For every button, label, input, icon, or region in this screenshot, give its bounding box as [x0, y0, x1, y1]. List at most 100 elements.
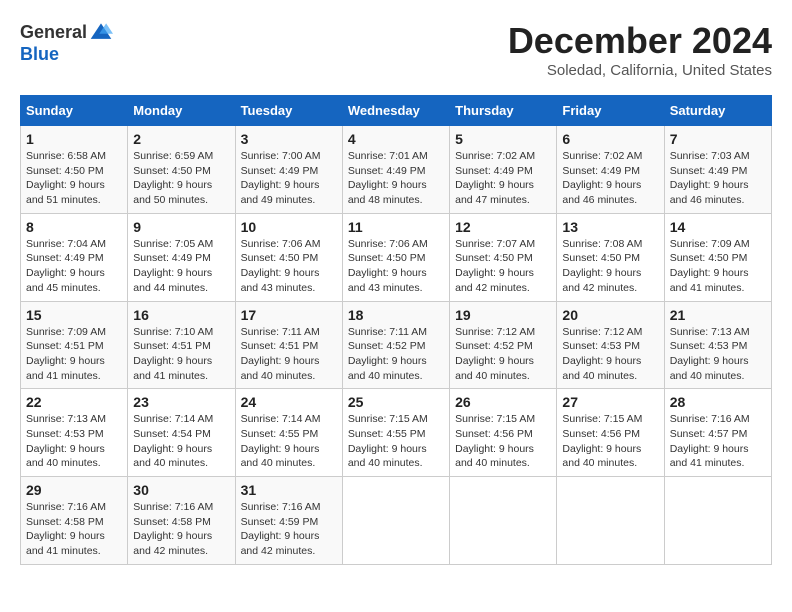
day-cell: 17 Sunrise: 7:11 AMSunset: 4:51 PMDayligh…: [235, 301, 342, 389]
logo-blue: Blue: [20, 44, 113, 65]
day-info: Sunrise: 7:08 AMSunset: 4:50 PMDaylight:…: [562, 238, 642, 294]
day-cell: 12Sunrise: 7:07 AMSunset: 4:50 PMDayligh…: [450, 213, 557, 301]
day-number: 8: [26, 219, 122, 235]
day-cell: 20 Sunrise: 7:12 AMSunset: 4:53 PMDayligh…: [557, 301, 664, 389]
logo-icon: [89, 20, 113, 44]
day-number: 25: [348, 394, 444, 410]
subtitle: Soledad, California, United States: [508, 62, 772, 79]
day-info: Sunrise: 6:58 AMSunset: 4:50 PMDaylight:…: [26, 150, 106, 206]
day-info: Sunrise: 7:13 AMSunset: 4:53 PMDaylight:…: [26, 413, 106, 469]
day-cell: 27 Sunrise: 7:15 AMSunset: 4:56 PMDayligh…: [557, 389, 664, 477]
day-cell: 14 Sunrise: 7:09 AMSunset: 4:50 PMDayligh…: [664, 213, 771, 301]
day-number: 22: [26, 394, 122, 410]
day-cell: 26 Sunrise: 7:15 AMSunset: 4:56 PMDayligh…: [450, 389, 557, 477]
day-cell: 18Sunrise: 7:11 AMSunset: 4:52 PMDayligh…: [342, 301, 449, 389]
col-header-monday: Monday: [128, 96, 235, 126]
day-number: 14: [670, 219, 766, 235]
week-row-5: 29 Sunrise: 7:16 AMSunset: 4:58 PMDayligh…: [21, 477, 772, 565]
calendar-table: SundayMondayTuesdayWednesdayThursdayFrid…: [20, 95, 772, 565]
day-info: Sunrise: 7:16 AMSunset: 4:58 PMDaylight:…: [26, 501, 106, 557]
day-number: 21: [670, 307, 766, 323]
day-cell: 19Sunrise: 7:12 AMSunset: 4:52 PMDayligh…: [450, 301, 557, 389]
day-info: Sunrise: 7:14 AMSunset: 4:54 PMDaylight:…: [133, 413, 213, 469]
day-info: Sunrise: 7:06 AMSunset: 4:50 PMDaylight:…: [241, 238, 321, 294]
day-cell: 2Sunrise: 6:59 AMSunset: 4:50 PMDaylight…: [128, 126, 235, 214]
day-number: 26: [455, 394, 551, 410]
day-info: Sunrise: 7:02 AMSunset: 4:49 PMDaylight:…: [562, 150, 642, 206]
day-number: 20: [562, 307, 658, 323]
day-number: 6: [562, 131, 658, 147]
day-cell: 1 Sunrise: 6:58 AMSunset: 4:50 PMDaylight…: [21, 126, 128, 214]
logo-general: General: [20, 22, 87, 43]
day-number: 13: [562, 219, 658, 235]
day-cell: 8 Sunrise: 7:04 AMSunset: 4:49 PMDaylight…: [21, 213, 128, 301]
week-row-2: 8 Sunrise: 7:04 AMSunset: 4:49 PMDaylight…: [21, 213, 772, 301]
day-number: 27: [562, 394, 658, 410]
day-number: 17: [241, 307, 337, 323]
day-cell: 24 Sunrise: 7:14 AMSunset: 4:55 PMDayligh…: [235, 389, 342, 477]
day-cell: 9 Sunrise: 7:05 AMSunset: 4:49 PMDaylight…: [128, 213, 235, 301]
day-cell: 30 Sunrise: 7:16 AMSunset: 4:58 PMDayligh…: [128, 477, 235, 565]
day-cell: 31Sunrise: 7:16 AMSunset: 4:59 PMDayligh…: [235, 477, 342, 565]
day-number: 5: [455, 131, 551, 147]
day-number: 4: [348, 131, 444, 147]
day-info: Sunrise: 7:05 AMSunset: 4:49 PMDaylight:…: [133, 238, 213, 294]
day-cell: 21 Sunrise: 7:13 AMSunset: 4:53 PMDayligh…: [664, 301, 771, 389]
day-number: 28: [670, 394, 766, 410]
day-number: 3: [241, 131, 337, 147]
day-number: 24: [241, 394, 337, 410]
col-header-sunday: Sunday: [21, 96, 128, 126]
day-number: 31: [241, 482, 337, 498]
day-info: Sunrise: 7:13 AMSunset: 4:53 PMDaylight:…: [670, 326, 750, 382]
col-header-thursday: Thursday: [450, 96, 557, 126]
day-cell: 15Sunrise: 7:09 AMSunset: 4:51 PMDayligh…: [21, 301, 128, 389]
day-number: 30: [133, 482, 229, 498]
day-number: 2: [133, 131, 229, 147]
day-cell: 25 Sunrise: 7:15 AMSunset: 4:55 PMDayligh…: [342, 389, 449, 477]
day-number: 11: [348, 219, 444, 235]
main-title: December 2024: [508, 20, 772, 62]
day-cell: 13 Sunrise: 7:08 AMSunset: 4:50 PMDayligh…: [557, 213, 664, 301]
day-number: 9: [133, 219, 229, 235]
day-number: 23: [133, 394, 229, 410]
day-info: Sunrise: 7:15 AMSunset: 4:55 PMDaylight:…: [348, 413, 428, 469]
day-info: Sunrise: 7:16 AMSunset: 4:57 PMDaylight:…: [670, 413, 750, 469]
week-row-4: 22 Sunrise: 7:13 AMSunset: 4:53 PMDayligh…: [21, 389, 772, 477]
day-cell: 22 Sunrise: 7:13 AMSunset: 4:53 PMDayligh…: [21, 389, 128, 477]
day-number: 12: [455, 219, 551, 235]
day-number: 29: [26, 482, 122, 498]
title-block: December 2024 Soledad, California, Unite…: [508, 20, 772, 79]
day-info: Sunrise: 7:15 AMSunset: 4:56 PMDaylight:…: [455, 413, 535, 469]
day-info: Sunrise: 7:15 AMSunset: 4:56 PMDaylight:…: [562, 413, 642, 469]
day-info: Sunrise: 7:12 AMSunset: 4:53 PMDaylight:…: [562, 326, 642, 382]
day-cell: 3Sunrise: 7:00 AMSunset: 4:49 PMDaylight…: [235, 126, 342, 214]
day-cell: 28 Sunrise: 7:16 AMSunset: 4:57 PMDayligh…: [664, 389, 771, 477]
col-header-wednesday: Wednesday: [342, 96, 449, 126]
day-cell: 5Sunrise: 7:02 AMSunset: 4:49 PMDaylight…: [450, 126, 557, 214]
day-info: Sunrise: 7:12 AMSunset: 4:52 PMDaylight:…: [455, 326, 535, 382]
day-info: Sunrise: 7:11 AMSunset: 4:51 PMDaylight:…: [241, 326, 320, 382]
day-cell: 4Sunrise: 7:01 AMSunset: 4:49 PMDaylight…: [342, 126, 449, 214]
day-cell: 16Sunrise: 7:10 AMSunset: 4:51 PMDayligh…: [128, 301, 235, 389]
col-header-saturday: Saturday: [664, 96, 771, 126]
week-row-1: 1 Sunrise: 6:58 AMSunset: 4:50 PMDaylight…: [21, 126, 772, 214]
day-info: Sunrise: 7:14 AMSunset: 4:55 PMDaylight:…: [241, 413, 321, 469]
day-cell: 10Sunrise: 7:06 AMSunset: 4:50 PMDayligh…: [235, 213, 342, 301]
day-info: Sunrise: 7:16 AMSunset: 4:58 PMDaylight:…: [133, 501, 213, 557]
col-header-tuesday: Tuesday: [235, 96, 342, 126]
day-cell: [342, 477, 449, 565]
day-info: Sunrise: 7:10 AMSunset: 4:51 PMDaylight:…: [133, 326, 213, 382]
days-header-row: SundayMondayTuesdayWednesdayThursdayFrid…: [21, 96, 772, 126]
day-cell: 7Sunrise: 7:03 AMSunset: 4:49 PMDaylight…: [664, 126, 771, 214]
day-info: Sunrise: 7:04 AMSunset: 4:49 PMDaylight:…: [26, 238, 106, 294]
day-number: 1: [26, 131, 122, 147]
day-info: Sunrise: 7:09 AMSunset: 4:51 PMDaylight:…: [26, 326, 106, 382]
day-number: 18: [348, 307, 444, 323]
day-info: Sunrise: 7:09 AMSunset: 4:50 PMDaylight:…: [670, 238, 750, 294]
col-header-friday: Friday: [557, 96, 664, 126]
day-cell: 11 Sunrise: 7:06 AMSunset: 4:50 PMDayligh…: [342, 213, 449, 301]
day-info: Sunrise: 7:03 AMSunset: 4:49 PMDaylight:…: [670, 150, 750, 206]
day-info: Sunrise: 7:06 AMSunset: 4:50 PMDaylight:…: [348, 238, 428, 294]
day-cell: [557, 477, 664, 565]
day-cell: 6 Sunrise: 7:02 AMSunset: 4:49 PMDaylight…: [557, 126, 664, 214]
